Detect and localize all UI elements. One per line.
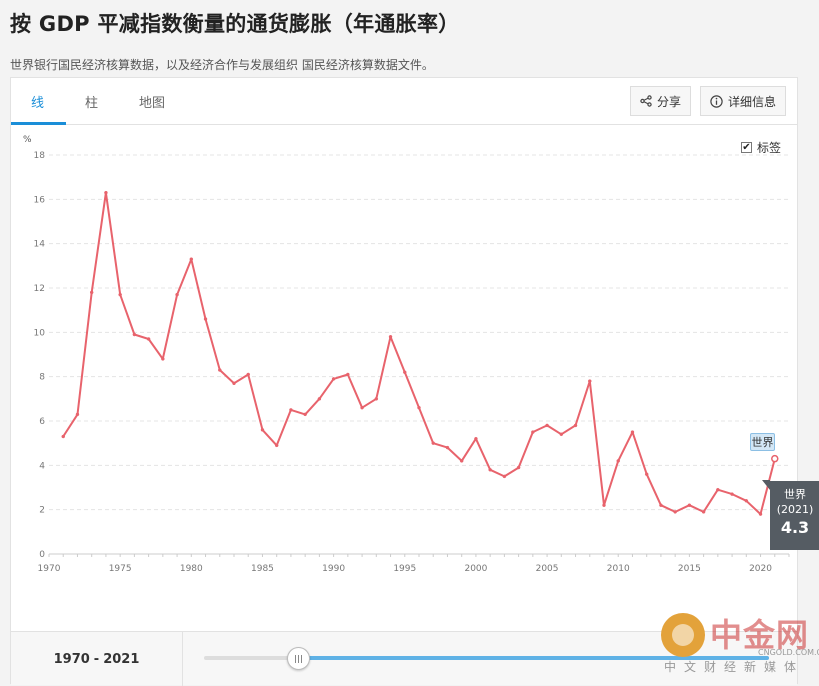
data-point	[445, 445, 450, 450]
data-point	[559, 432, 564, 437]
data-point	[75, 412, 80, 417]
page-subtitle: 世界银行国民经济核算数据，以及经济合作与发展组织 国民经济核算数据文件。	[10, 58, 434, 72]
y-tick-label: 4	[39, 461, 45, 471]
data-point	[588, 379, 592, 383]
watermark: 中金网 CNGOLD.COM.CN 中文财经新媒体	[658, 608, 819, 678]
y-tick-label: 6	[39, 417, 45, 427]
year-range-label: 1970 - 2021	[11, 632, 183, 686]
data-point	[474, 436, 478, 441]
y-tick-label: 2	[39, 506, 45, 516]
data-point	[716, 487, 720, 492]
data-point	[644, 472, 649, 476]
x-tick-label: 2000	[464, 564, 487, 574]
data-point	[132, 332, 137, 337]
data-point	[573, 423, 578, 428]
data-point	[744, 499, 749, 503]
data-point	[616, 459, 620, 463]
x-tick-label: 1980	[180, 564, 203, 574]
data-point	[516, 465, 521, 470]
data-point	[758, 512, 763, 516]
data-point	[189, 257, 194, 261]
data-point	[289, 408, 293, 412]
data-point	[203, 317, 208, 321]
x-tick-label: 2020	[749, 564, 772, 574]
data-point	[61, 434, 65, 439]
y-tick-label: 18	[34, 151, 46, 161]
x-tick-label: 1990	[322, 564, 345, 574]
range-separator: -	[93, 651, 100, 667]
data-point	[175, 292, 179, 297]
data-point	[374, 397, 379, 401]
x-tick-label: 1975	[109, 564, 132, 574]
data-point	[403, 370, 407, 374]
data-point	[630, 430, 635, 434]
data-point	[673, 510, 677, 514]
watermark-slogan: 中文财经新媒体	[664, 660, 805, 674]
tooltip-value: 4.3	[780, 518, 810, 537]
data-point	[545, 423, 549, 428]
x-tick-label: 2005	[536, 564, 559, 574]
data-point	[488, 468, 492, 472]
data-point	[531, 430, 535, 434]
data-point	[388, 335, 393, 339]
data-point	[317, 397, 322, 401]
watermark-site: CNGOLD.COM.CN	[758, 648, 819, 657]
y-tick-label: 10	[34, 328, 46, 338]
data-point	[459, 459, 464, 463]
data-point	[771, 454, 779, 463]
range-start: 1970	[53, 651, 90, 667]
data-point	[232, 381, 236, 386]
data-point	[431, 441, 435, 445]
chart-card: 线 柱 地图 分享 详细信息 ✔ 标签 0 2 4 6 8 10 12 14 16	[10, 77, 819, 686]
x-tick-label: 1970	[38, 564, 61, 574]
tooltip-series: 世界	[784, 488, 806, 501]
y-tick-label: 8	[39, 373, 45, 383]
data-point	[701, 510, 706, 514]
data-point	[331, 377, 336, 381]
point-label: 世界	[750, 433, 775, 451]
y-axis-label: %	[23, 135, 32, 145]
data-point	[687, 503, 692, 507]
data-point	[161, 357, 165, 361]
y-tick-label: 12	[34, 284, 45, 294]
data-point	[218, 368, 222, 372]
tooltip-year: (2021)	[776, 503, 814, 516]
data-point	[260, 428, 265, 432]
range-slider-handle[interactable]	[287, 647, 310, 670]
data-point	[246, 372, 250, 377]
y-tick-label: 16	[34, 195, 46, 205]
data-point	[417, 405, 421, 410]
x-tick-label: 1995	[393, 564, 416, 574]
data-point	[346, 372, 350, 377]
data-point	[303, 412, 307, 417]
watermark-logo-icon	[661, 613, 705, 657]
range-end: 2021	[103, 651, 140, 667]
data-point	[602, 503, 606, 507]
page-title: 按 GDP 平减指数衡量的通货膨胀（年通胀率）	[10, 12, 460, 36]
data-point	[730, 492, 734, 496]
data-point	[146, 337, 151, 341]
x-tick-label: 2010	[607, 564, 630, 574]
data-point	[659, 503, 663, 507]
y-tick-label: 0	[39, 550, 45, 560]
tooltip: 世界 (2021) 4.3	[762, 480, 819, 550]
data-point	[274, 443, 279, 448]
data-point	[118, 292, 122, 297]
data-point	[104, 190, 108, 195]
x-tick-label: 2015	[678, 564, 701, 574]
y-tick-label: 14	[34, 240, 46, 250]
line-chart: 0 2 4 6 8 10 12 14 16 18% 1970 1975 1980 1985 1990 1995…	[23, 135, 790, 574]
data-point	[360, 405, 364, 410]
x-tick-label: 1985	[251, 564, 274, 574]
data-point	[502, 474, 507, 479]
series-line-world	[62, 191, 776, 516]
data-point	[89, 290, 94, 295]
